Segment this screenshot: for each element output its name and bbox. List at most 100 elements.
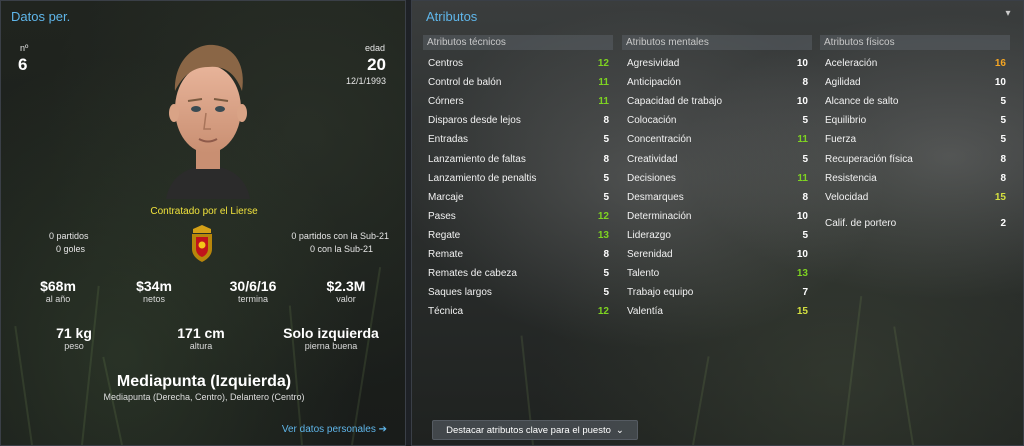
weight: 71 kg peso xyxy=(56,325,92,351)
squad-number-label: nº xyxy=(20,43,29,53)
attribute-name: Anticipación xyxy=(627,77,681,89)
attribute-value: 5 xyxy=(603,134,609,146)
attribute-value: 12 xyxy=(597,58,609,70)
attribute-row[interactable]: Resistencia 8 xyxy=(820,169,1010,188)
attribute-row[interactable]: Aceleración 16 xyxy=(820,54,1010,73)
attribute-value: 11 xyxy=(797,172,808,184)
preferred-foot: Solo izquierda pierna buena xyxy=(283,325,379,351)
attribute-value: 7 xyxy=(802,287,808,299)
attribute-name: Desmarques xyxy=(627,191,684,203)
attribute-row[interactable]: Colocación 5 xyxy=(622,111,812,130)
highlight-key-attributes-button[interactable]: Destacar atributos clave para el puesto … xyxy=(432,420,638,440)
date-of-birth: 12/1/1993 xyxy=(345,76,386,86)
attribute-name: Alcance de salto xyxy=(825,96,899,108)
attribute-name: Marcaje xyxy=(428,191,464,203)
attribute-name: Lanzamiento de faltas xyxy=(428,153,526,165)
attribute-row[interactable]: Creatividad 5 xyxy=(622,149,812,168)
attribute-row[interactable]: Pases 12 xyxy=(423,207,613,226)
attribute-value: 13 xyxy=(796,268,808,280)
attribute-name: Recuperación física xyxy=(825,153,913,165)
attribute-row[interactable]: Capacidad de trabajo 10 xyxy=(622,92,812,111)
attribute-name: Agresividad xyxy=(627,58,680,70)
mental-header: Atributos mentales xyxy=(622,35,812,50)
goalkeeper-rating-row[interactable]: Calif. de portero 2 xyxy=(820,214,1010,233)
attribute-row[interactable]: Anticipación 8 xyxy=(622,73,812,92)
attribute-row[interactable]: Córners 11 xyxy=(423,92,613,111)
main-position: Mediapunta (Izquierda) xyxy=(116,373,292,390)
technical-header: Atributos técnicos xyxy=(423,35,613,50)
chevron-down-icon: ⌄ xyxy=(615,424,624,436)
attribute-row[interactable]: Equilibrio 5 xyxy=(820,111,1010,130)
attribute-row[interactable]: Determinación 10 xyxy=(622,207,812,226)
attribute-name: Fuerza xyxy=(825,134,857,146)
attribute-row[interactable]: Técnica 12 xyxy=(423,302,613,321)
attribute-value: 5 xyxy=(603,191,609,203)
attribute-value: 12 xyxy=(597,210,609,222)
attribute-value: 10 xyxy=(796,210,808,222)
attribute-value: 8 xyxy=(802,77,808,89)
u21-appearances: 0 partidos con la Sub-21 xyxy=(291,231,389,241)
attribute-value: 11 xyxy=(797,134,808,146)
attribute-row[interactable]: Concentración 11 xyxy=(622,130,812,149)
attribute-row[interactable]: Fuerza 5 xyxy=(820,130,1010,149)
attribute-row[interactable]: Decisiones 11 xyxy=(622,169,812,188)
attribute-row[interactable]: Serenidad 10 xyxy=(622,245,812,264)
attribute-row[interactable]: Trabajo equipo 7 xyxy=(622,283,812,302)
age-value: 20 xyxy=(367,55,386,74)
club-appearances: 0 partidos xyxy=(49,231,89,241)
attribute-row[interactable]: Lanzamiento de faltas 8 xyxy=(423,149,613,168)
attribute-row[interactable]: Lanzamiento de penaltis 5 xyxy=(423,169,613,188)
attribute-value: 11 xyxy=(598,96,609,108)
squad-number: 6 xyxy=(18,55,28,74)
attribute-row[interactable]: Remate 8 xyxy=(423,245,613,264)
attribute-name: Determinación xyxy=(627,210,692,222)
attribute-row[interactable]: Agilidad 10 xyxy=(820,73,1010,92)
attribute-row[interactable]: Agresividad 10 xyxy=(622,54,812,73)
contract-expiry: 30/6/16 termina xyxy=(229,278,277,304)
attributes-panel: Atributos ▾ Atributos técnicos Centros 12… xyxy=(411,0,1024,446)
wage-net: $34m netos xyxy=(136,278,172,304)
attribute-row[interactable]: Marcaje 5 xyxy=(423,188,613,207)
attribute-value: 5 xyxy=(1000,115,1006,127)
wage-gross: $68m al año xyxy=(40,278,76,304)
attribute-row[interactable]: Desmarques 8 xyxy=(622,188,812,207)
attribute-row[interactable]: Remates de cabeza 5 xyxy=(423,264,613,283)
attribute-row[interactable]: Control de balón 11 xyxy=(423,73,613,92)
attribute-row[interactable]: Entradas 5 xyxy=(423,130,613,149)
attribute-row[interactable]: Alcance de salto 5 xyxy=(820,92,1010,111)
chevron-down-icon[interactable]: ▾ xyxy=(1001,7,1015,21)
attribute-name: Velocidad xyxy=(825,191,869,203)
attribute-name: Aceleración xyxy=(825,58,878,70)
attributes-title: Atributos xyxy=(426,9,478,24)
personal-details-panel: Datos per. nº 6 edad 20 12/1/1993 Contra… xyxy=(0,0,406,446)
attribute-name: Resistencia xyxy=(825,172,877,184)
personal-details-title[interactable]: Datos per. xyxy=(11,9,70,24)
view-personal-details-link[interactable]: Ver datos personales ➔ xyxy=(282,424,387,435)
attribute-name: Centros xyxy=(428,58,464,70)
attribute-row[interactable]: Centros 12 xyxy=(423,54,613,73)
attribute-name: Remate xyxy=(428,248,464,260)
attribute-row[interactable]: Valentía 15 xyxy=(622,302,812,321)
attribute-row[interactable]: Disparos desde lejos 8 xyxy=(423,111,613,130)
attribute-row[interactable]: Velocidad 15 xyxy=(820,188,1010,207)
attribute-name: Regate xyxy=(428,229,461,241)
attribute-row[interactable]: Liderazgo 5 xyxy=(622,226,812,245)
attribute-value: 11 xyxy=(598,77,609,89)
attribute-row[interactable]: Saques largos 5 xyxy=(423,283,613,302)
attribute-value: 5 xyxy=(802,115,808,127)
attribute-row[interactable]: Regate 13 xyxy=(423,226,613,245)
attribute-name: Entradas xyxy=(428,134,469,146)
attribute-name: Concentración xyxy=(627,134,692,146)
attribute-name: Liderazgo xyxy=(627,229,671,241)
contract-status: Contratado por el Lierse xyxy=(150,206,258,217)
attribute-value: 13 xyxy=(597,229,609,241)
attribute-name: Disparos desde lejos xyxy=(428,115,521,127)
attribute-row[interactable]: Talento 13 xyxy=(622,264,812,283)
attribute-name: Capacidad de trabajo xyxy=(627,96,723,108)
attribute-value: 16 xyxy=(994,58,1006,70)
attribute-value: 10 xyxy=(796,58,808,70)
attribute-name: Valentía xyxy=(627,306,663,318)
club-goals: 0 goles xyxy=(56,244,86,254)
national-team-crest-icon[interactable] xyxy=(187,223,217,263)
attribute-row[interactable]: Recuperación física 8 xyxy=(820,149,1010,168)
